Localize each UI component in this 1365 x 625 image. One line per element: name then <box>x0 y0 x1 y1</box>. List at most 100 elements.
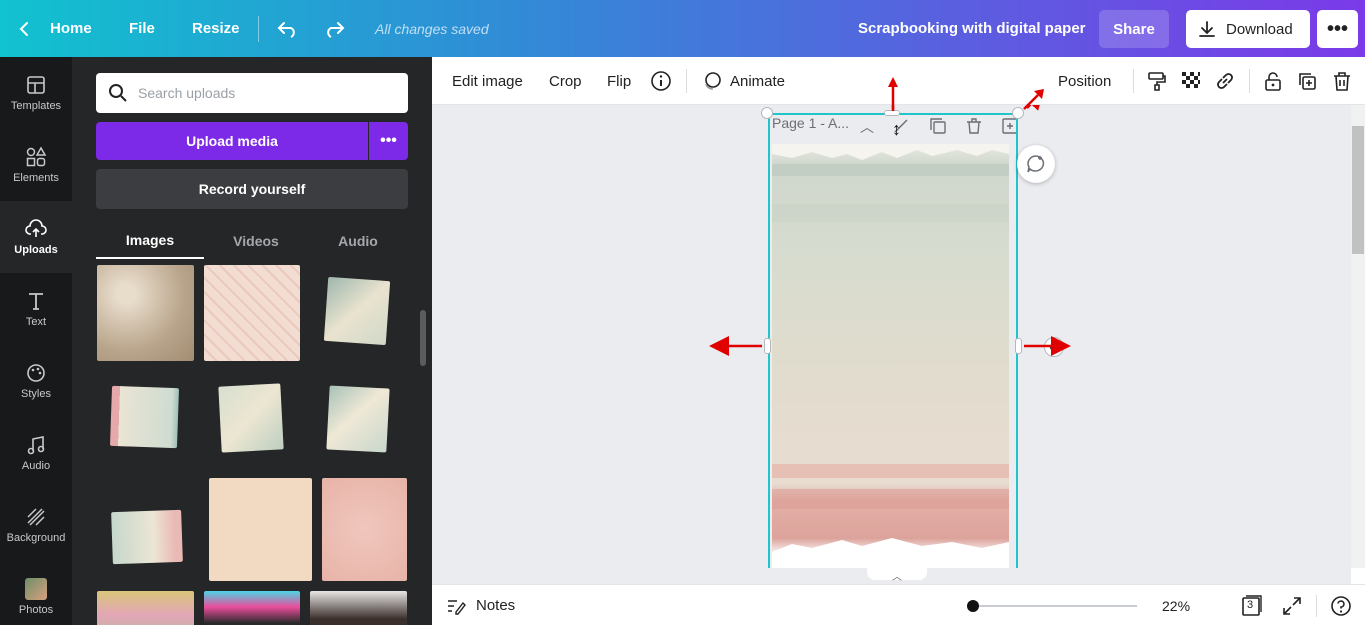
nav-background[interactable]: Background <box>0 489 72 561</box>
upload-image[interactable] <box>97 591 194 625</box>
edit-image-button[interactable]: Edit image <box>452 57 523 105</box>
tab-label: Audio <box>338 233 378 249</box>
arrow-diagonal-overlay <box>1023 89 1044 110</box>
upload-image[interactable] <box>218 383 284 453</box>
upload-media-button[interactable]: Upload media <box>96 122 368 160</box>
undo-button[interactable] <box>277 0 299 57</box>
panel-scrollbar[interactable] <box>420 310 426 366</box>
position-button[interactable]: Position <box>1058 57 1111 105</box>
notes-button[interactable]: Notes <box>446 585 515 625</box>
resize-button[interactable]: Resize <box>192 0 240 57</box>
vertical-scroll-thumb[interactable] <box>1352 126 1364 254</box>
tab-videos[interactable]: Videos <box>202 223 310 259</box>
upload-image[interactable] <box>326 385 390 453</box>
animate-button[interactable]: Animate <box>702 57 785 105</box>
info-icon <box>651 71 671 91</box>
resize-handle-top[interactable] <box>884 110 900 116</box>
upload-image[interactable] <box>111 509 183 565</box>
show-pages-toggle[interactable]: ︿ <box>867 568 927 583</box>
upload-image[interactable] <box>323 276 391 346</box>
nav-elements[interactable]: Elements <box>0 129 72 201</box>
duplicate-button[interactable] <box>1295 69 1319 93</box>
tab-images[interactable]: Images <box>96 223 204 259</box>
redo-button[interactable] <box>323 0 345 57</box>
download-icon <box>1199 21 1215 37</box>
delete-button[interactable] <box>1330 69 1354 93</box>
upload-image[interactable] <box>310 591 407 625</box>
upload-image[interactable] <box>204 591 300 625</box>
nav-styles[interactable]: Styles <box>0 345 72 417</box>
rotate-handle[interactable]: ⟳ <box>1044 337 1064 357</box>
help-button[interactable] <box>1329 594 1353 618</box>
home-button[interactable]: Home <box>18 0 92 57</box>
upload-image[interactable] <box>97 265 194 361</box>
chevron-up-icon: ︿ <box>892 572 902 583</box>
page-count-button[interactable]: 3 <box>1239 594 1263 618</box>
lock-button[interactable] <box>1261 69 1285 93</box>
link-button[interactable] <box>1213 69 1237 93</box>
flip-button[interactable]: Flip <box>607 57 631 105</box>
resize-handle-top-left[interactable] <box>761 107 773 119</box>
search-input[interactable] <box>138 85 378 101</box>
tab-audio[interactable]: Audio <box>304 223 412 259</box>
copy-style-button[interactable] <box>1145 69 1169 93</box>
upload-options-button[interactable]: ••• <box>369 122 408 160</box>
crop-button[interactable]: Crop <box>549 57 582 105</box>
add-comment-button[interactable] <box>1017 145 1055 183</box>
zoom-slider-knob[interactable] <box>967 600 979 612</box>
resize-handle-right[interactable] <box>1015 338 1022 354</box>
photos-icon <box>25 578 47 600</box>
position-label: Position <box>1058 72 1112 90</box>
design-title[interactable]: Scrapbooking with digital paper <box>858 0 1086 57</box>
horizontal-scrollbar[interactable]: ︿ <box>432 568 1351 584</box>
page-title[interactable]: Page 1 - A... <box>772 115 849 131</box>
ellipsis-icon: ••• <box>1326 17 1348 40</box>
share-button[interactable]: Share <box>1099 10 1169 48</box>
search-box[interactable] <box>96 73 408 113</box>
canvas-area[interactable]: Page 1 - A... ︿ ⟳ ↕ <box>432 105 1351 568</box>
notes-icon <box>448 599 466 615</box>
download-button[interactable]: Download <box>1186 10 1310 48</box>
uploads-panel: Upload media ••• Record yourself Images … <box>72 57 432 625</box>
left-nav: Templates Elements Uploads Text Styles A… <box>0 57 72 625</box>
nav-text[interactable]: Text <box>0 273 72 345</box>
help-icon <box>1331 596 1351 616</box>
nav-templates[interactable]: Templates <box>0 57 72 129</box>
transparency-button[interactable] <box>1179 69 1203 93</box>
zoom-slider[interactable] <box>972 605 1137 607</box>
upload-image[interactable] <box>204 265 300 361</box>
file-menu-button[interactable]: File <box>129 0 155 57</box>
add-page-icon[interactable] <box>1001 117 1019 135</box>
nav-label: Elements <box>13 172 59 184</box>
more-options-button[interactable]: ••• <box>1317 10 1358 48</box>
duplicate-page-icon[interactable] <box>929 117 947 135</box>
resize-handle-left[interactable] <box>764 338 771 354</box>
record-yourself-button[interactable]: Record yourself <box>96 169 408 209</box>
animate-icon <box>705 72 721 90</box>
uploads-image-grid <box>72 265 432 625</box>
chevron-up-icon[interactable]: ︿ <box>860 117 878 135</box>
nav-audio[interactable]: Audio <box>0 417 72 489</box>
design-page[interactable] <box>772 144 1009 568</box>
nav-photos[interactable]: Photos <box>0 561 72 625</box>
canva-editor: Home File Resize All changes saved Scrap… <box>0 0 1365 625</box>
upload-image[interactable] <box>109 385 180 449</box>
zoom-level[interactable]: 22% <box>1162 585 1190 625</box>
nav-label: Templates <box>10 100 62 112</box>
nav-label: Background <box>6 532 66 544</box>
delete-page-icon[interactable] <box>965 117 983 135</box>
nav-uploads[interactable]: Uploads <box>0 201 72 273</box>
upload-image[interactable] <box>209 478 312 581</box>
fullscreen-button[interactable] <box>1280 594 1304 618</box>
paint-roller-icon <box>1148 72 1166 91</box>
bottom-bar: Notes 22% 3 <box>432 584 1365 625</box>
link-icon <box>1217 73 1233 89</box>
text-icon <box>29 293 43 310</box>
flip-label: Flip <box>607 72 632 90</box>
animate-label: Animate <box>730 72 786 90</box>
record-label: Record yourself <box>198 181 306 197</box>
divider <box>686 69 687 93</box>
uploads-icon <box>25 219 47 237</box>
info-button[interactable] <box>649 69 673 93</box>
upload-image[interactable] <box>322 478 407 581</box>
